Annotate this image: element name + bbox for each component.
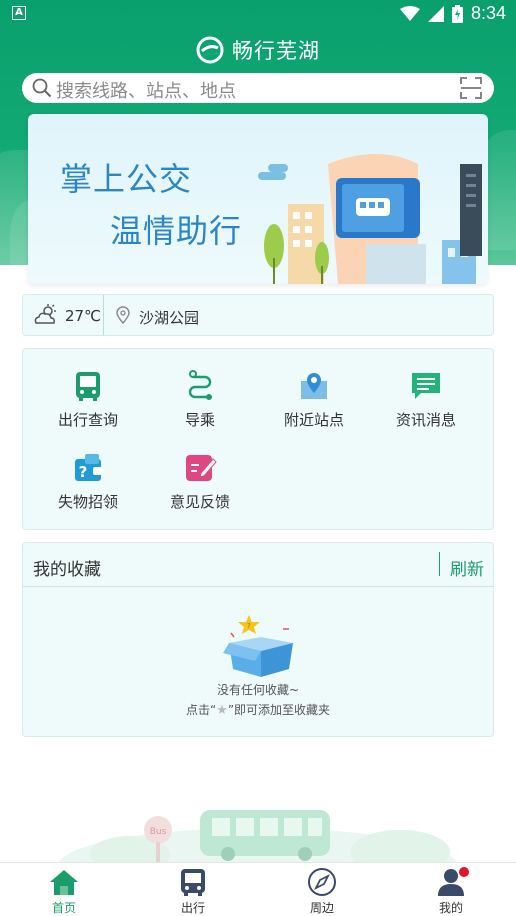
banner-illustration	[258, 154, 482, 284]
notification-icon: A	[12, 6, 26, 20]
favorites-header: 我的收藏 刷新	[23, 543, 493, 587]
home-icon	[50, 870, 78, 895]
service-trip-query[interactable]: 出行查询	[33, 369, 143, 430]
empty-message: 没有任何收藏~	[216, 683, 300, 697]
service-nearby-stops[interactable]: 附近站点	[259, 369, 369, 430]
service-label: 出行查询	[57, 411, 118, 429]
search-bar[interactable]: 搜索线路、站点、地点	[22, 73, 494, 103]
bus-icon	[76, 372, 100, 401]
divider	[439, 552, 440, 576]
location-pin-icon	[116, 306, 130, 324]
service-grid: 出行查询 导乘 附近站点 资讯消息 ? 失物招领 意见反馈	[22, 348, 494, 530]
feedback-icon	[186, 455, 217, 481]
service-label: 附近站点	[283, 411, 344, 429]
banner-slogan-1: 掌上公交	[60, 160, 193, 198]
nav-nearby[interactable]: 周边	[282, 867, 362, 916]
service-label: 意见反馈	[169, 493, 230, 511]
wifi-icon	[399, 5, 420, 21]
compass-icon	[308, 868, 336, 896]
empty-hint: 点击“★”即可添加至收藏夹	[23, 701, 493, 718]
message-icon	[412, 373, 440, 399]
bottom-navigation: 首页 出行 周边 我的	[0, 862, 516, 916]
nav-label: 周边	[309, 901, 334, 915]
battery-icon	[451, 4, 463, 23]
star-icon: ★	[216, 703, 228, 718]
favorites-card: 我的收藏 刷新 ? 没有任何收藏~ 点击“★”即可添加至收藏夹	[22, 542, 494, 737]
service-label: 资讯消息	[395, 411, 456, 429]
svg-text:Bus: Bus	[150, 827, 167, 837]
nav-mine[interactable]: 我的	[411, 867, 491, 916]
empty-box-icon: ?	[223, 615, 293, 677]
map-pin-icon	[301, 373, 327, 399]
favorites-title: 我的收藏	[33, 560, 101, 580]
service-lost-found[interactable]: ? 失物招领	[33, 451, 143, 512]
banner-slogan-2: 温情助行	[110, 212, 243, 250]
nav-label: 我的	[438, 901, 463, 915]
partly-cloudy-icon	[34, 304, 56, 324]
lost-found-icon: ?	[75, 454, 103, 481]
svg-text:?: ?	[247, 622, 251, 630]
promo-banner[interactable]: 掌上公交 温情助行	[28, 114, 488, 284]
service-feedback[interactable]: 意见反馈	[145, 451, 255, 512]
signal-icon	[427, 5, 444, 22]
empty-hint-prefix: 点击“	[185, 703, 217, 717]
service-label: 失物招领	[57, 493, 118, 511]
nav-trip[interactable]: 出行	[153, 867, 233, 916]
service-news[interactable]: 资讯消息	[371, 369, 481, 430]
clock: 8:34	[470, 3, 506, 23]
search-input[interactable]: 搜索线路、站点、地点	[56, 77, 236, 103]
notification-badge	[459, 867, 469, 877]
refresh-button[interactable]: 刷新	[450, 555, 484, 580]
current-location[interactable]: 沙湖公园	[139, 307, 199, 328]
scan-icon[interactable]	[460, 77, 482, 99]
svg-text:?: ?	[79, 463, 88, 481]
nav-label: 出行	[180, 901, 205, 915]
bus-icon	[181, 869, 205, 896]
nav-home[interactable]: 首页	[24, 867, 104, 916]
service-guide[interactable]: 导乘	[145, 369, 255, 430]
nav-label: 首页	[51, 901, 76, 915]
app-title: 畅行芜湖	[232, 39, 320, 63]
divider	[103, 295, 104, 335]
bottom-scene-illustration: Bus	[58, 810, 458, 866]
weather-location-bar: 27℃ 沙湖公园	[22, 294, 494, 336]
empty-hint-suffix: ”即可添加至收藏夹	[227, 703, 331, 717]
app-logo-icon	[196, 36, 224, 64]
route-icon	[188, 370, 212, 400]
status-bar: A 8:34	[0, 0, 516, 28]
service-label: 导乘	[184, 411, 215, 429]
search-icon	[32, 78, 52, 98]
temperature: 27℃	[65, 307, 101, 325]
